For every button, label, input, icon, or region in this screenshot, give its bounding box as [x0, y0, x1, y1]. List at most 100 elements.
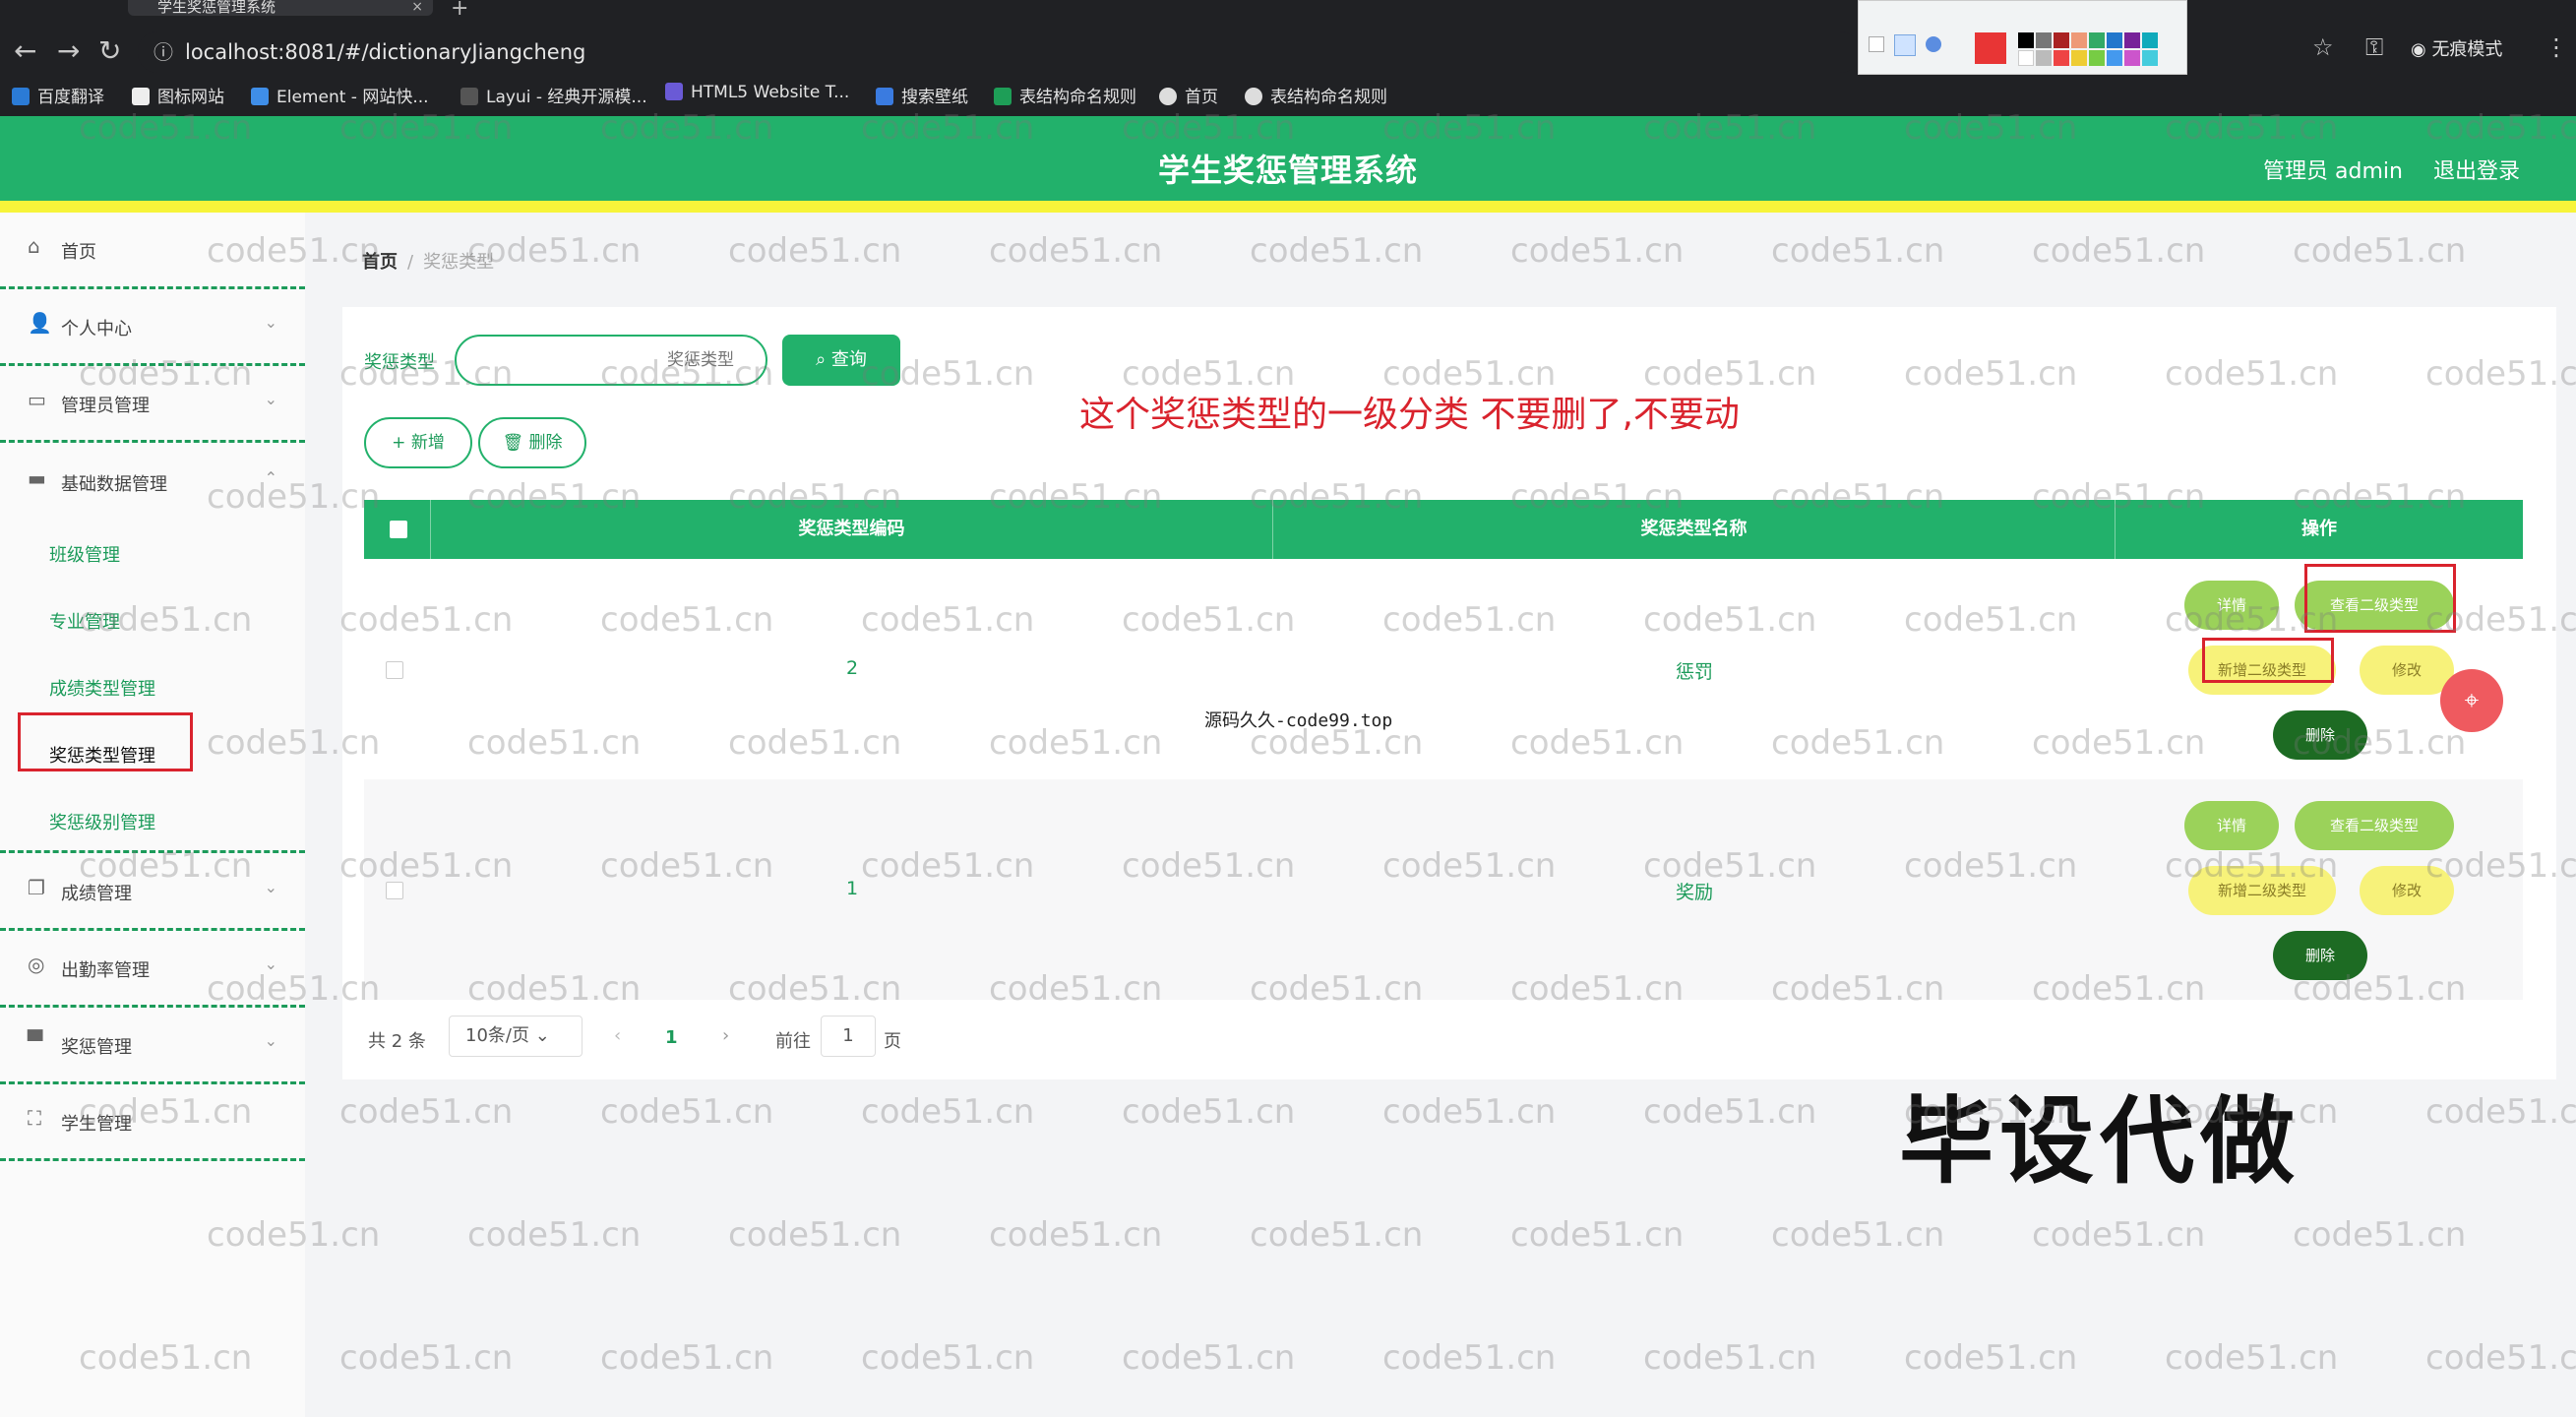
color-pink-swatch[interactable]	[2124, 50, 2140, 66]
sidebar-item-label: 个人中心	[61, 319, 132, 339]
back-arrow-icon[interactable]: ←	[14, 33, 36, 69]
bookmark-item[interactable]: 图标网站	[132, 83, 224, 107]
sidebar-item-profile[interactable]: 👤 个人中心 ⌄	[0, 289, 305, 366]
view-subtype-button[interactable]: 查看二级类型	[2295, 801, 2454, 850]
pointer-cursor-icon: ⌖	[2440, 669, 2503, 732]
pen-size-large-icon[interactable]	[1926, 36, 1941, 52]
color-teal-swatch[interactable]	[2142, 32, 2158, 48]
sidebar-item-basic-data[interactable]: ▬ 基础数据管理 ⌃	[0, 445, 305, 522]
new-tab-button[interactable]: +	[451, 0, 468, 21]
watermark-text: code51.cn	[339, 1092, 514, 1132]
color-orange-swatch[interactable]	[2071, 32, 2087, 48]
chevron-down-icon: ⌄	[264, 878, 277, 896]
key-icon[interactable]: ⚿	[2365, 33, 2383, 61]
sidebar-item-home[interactable]: ⌂ 首页	[0, 213, 305, 289]
delete-button[interactable]: 删除	[2273, 710, 2367, 760]
bookmark-item[interactable]: 百度翻译	[12, 83, 104, 107]
page-jump-input[interactable]: 1	[821, 1016, 876, 1057]
prev-page-icon[interactable]: ‹	[614, 1025, 621, 1046]
bookmark-item[interactable]: Layui - 经典开源模...	[460, 83, 647, 107]
incognito-indicator[interactable]: ◉ 无痕模式	[2411, 35, 2502, 61]
color-black-swatch[interactable]	[2018, 32, 2034, 48]
delete-button[interactable]: 删除	[2273, 931, 2367, 980]
incognito-label: 无痕模式	[2431, 39, 2503, 60]
bookmark-item[interactable]: 表结构命名规则	[1245, 83, 1387, 107]
pen-size-medium-icon[interactable]	[1894, 34, 1916, 56]
sidebar-item-scores[interactable]: ❐ 成绩管理 ⌄	[0, 854, 305, 931]
header-ops: 操作	[2301, 519, 2337, 539]
batch-delete-button[interactable]: 🗑 删除	[478, 417, 586, 468]
color-green-swatch[interactable]	[2089, 32, 2105, 48]
color-yellow-swatch[interactable]	[2071, 50, 2087, 66]
breadcrumb: 首页 / 奖惩类型	[362, 248, 494, 274]
globe-icon	[1245, 88, 1262, 105]
color-white-swatch[interactable]	[2018, 50, 2034, 66]
watermark-text: code51.cn	[1643, 1338, 1817, 1378]
watermark-text: code51.cn	[2425, 1092, 2576, 1132]
app-title: 学生奖惩管理系统	[1157, 152, 1418, 189]
chat-icon: ▬	[28, 466, 46, 490]
sidebar-item-students[interactable]: ⛶ 学生管理	[0, 1084, 305, 1161]
submenu-score-type[interactable]: 成绩类型管理	[49, 675, 155, 701]
breadcrumb-home[interactable]: 首页	[362, 252, 398, 273]
browser-tab[interactable]: 学生奖惩管理系统 ×	[128, 0, 433, 16]
watermark-text: code51.cn	[2425, 1338, 2576, 1378]
reload-icon[interactable]: ↻	[98, 33, 121, 69]
sidebar-item-admins[interactable]: ▭ 管理员管理 ⌄	[0, 366, 305, 443]
color-cyan-swatch[interactable]	[2142, 50, 2158, 66]
query-button[interactable]: ⌕ 查询	[782, 335, 900, 386]
color-sky-swatch[interactable]	[2107, 50, 2122, 66]
color-lime-swatch[interactable]	[2089, 50, 2105, 66]
row-checkbox[interactable]	[386, 882, 403, 899]
sidebar-item-label: 学生管理	[61, 1114, 132, 1135]
bookmark-item[interactable]: 首页	[1159, 83, 1218, 107]
color-gray-swatch[interactable]	[2036, 32, 2052, 48]
watermark-text: code51.cn	[2293, 1215, 2467, 1255]
star-icon[interactable]: ☆	[2312, 33, 2334, 61]
edit-button[interactable]: 修改	[2360, 646, 2454, 695]
row-checkbox[interactable]	[386, 661, 403, 679]
sidebar-item-attendance[interactable]: ◎ 出勤率管理 ⌄	[0, 931, 305, 1008]
copy-icon: ❐	[28, 876, 45, 899]
add-button[interactable]: + 新增	[364, 417, 472, 468]
address-bar[interactable]: ⓘ localhost:8081/#/dictionaryJiangcheng	[138, 31, 1860, 73]
color-darkred-swatch[interactable]	[2054, 32, 2069, 48]
color-purple-swatch[interactable]	[2124, 32, 2140, 48]
header-code: 奖惩类型编码	[431, 500, 1273, 559]
logout-link[interactable]: 退出登录	[2433, 154, 2520, 185]
watermark-text: code51.cn	[467, 1215, 642, 1255]
submenu-reward-level[interactable]: 奖惩级别管理	[49, 809, 155, 834]
app-header: 学生奖惩管理系统 管理员 admin 退出登录	[0, 116, 2576, 213]
header-select-all[interactable]	[364, 500, 431, 559]
sidebar-item-rewards[interactable]: ▀ 奖惩管理 ⌄	[0, 1008, 305, 1084]
bookmark-item[interactable]: Element - 网站快...	[251, 83, 429, 107]
forward-arrow-icon[interactable]: →	[57, 33, 80, 69]
detail-button[interactable]: 详情	[2184, 801, 2279, 850]
select-all-checkbox[interactable]	[390, 521, 407, 538]
color-red2-swatch[interactable]	[2054, 50, 2069, 66]
submenu-class[interactable]: 班级管理	[49, 541, 120, 567]
chat-icon: ▭	[28, 388, 46, 411]
color-blue-swatch[interactable]	[2107, 32, 2122, 48]
watermark-text: code51.cn	[1771, 231, 1945, 271]
current-page[interactable]: 1	[665, 1027, 678, 1048]
bookmark-item[interactable]: 搜索壁纸	[876, 83, 968, 107]
info-icon[interactable]: ⓘ	[153, 31, 173, 73]
edit-button[interactable]: 修改	[2360, 866, 2454, 915]
color-lightgray-swatch[interactable]	[2036, 50, 2052, 66]
sidebar-item-label: 出勤率管理	[61, 960, 150, 981]
close-tab-icon[interactable]: ×	[411, 0, 423, 14]
pen-size-small-icon[interactable]	[1869, 36, 1884, 52]
page-size-select[interactable]: 10条/页 ⌄	[449, 1016, 583, 1057]
detail-button[interactable]: 详情	[2184, 581, 2279, 630]
bookmark-item[interactable]: HTML5 Website T...	[665, 83, 849, 102]
bookmark-item[interactable]: 表结构命名规则	[994, 83, 1136, 107]
add-subtype-button[interactable]: 新增二级类型	[2188, 866, 2336, 915]
submenu-major[interactable]: 专业管理	[49, 608, 120, 634]
incognito-icon: ◉	[2411, 39, 2432, 60]
next-page-icon[interactable]: ›	[722, 1025, 729, 1046]
menu-dots-icon[interactable]: ⋮	[2545, 33, 2568, 61]
reward-type-search-input[interactable]	[455, 335, 767, 386]
watermark-text: code51.cn	[1771, 1215, 1945, 1255]
color-red-swatch[interactable]	[1975, 32, 2006, 64]
